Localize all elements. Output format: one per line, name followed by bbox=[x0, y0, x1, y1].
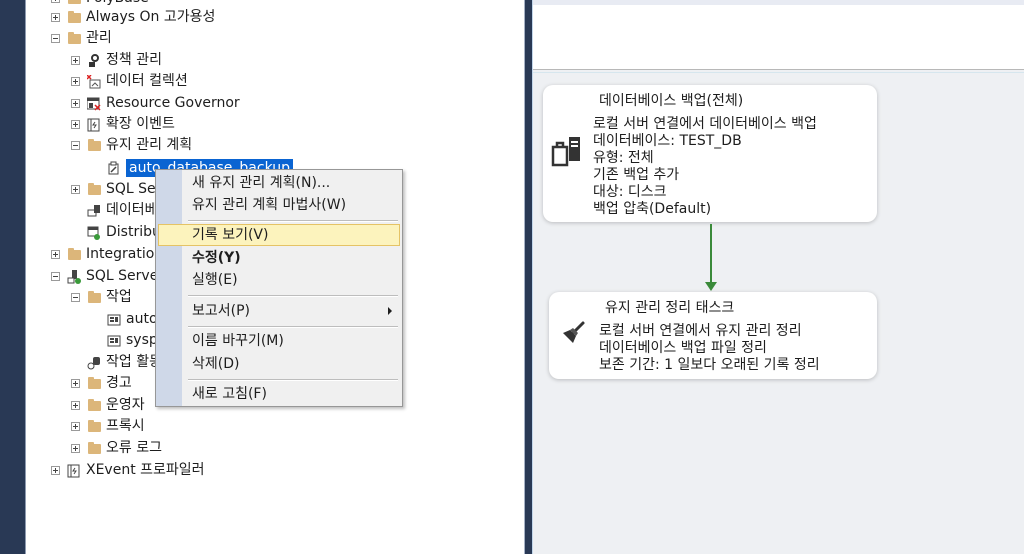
tree-item-maintenance-plans[interactable]: 유지 관리 계획 bbox=[71, 135, 192, 156]
collapse-icon[interactable] bbox=[71, 293, 80, 302]
collapse-icon[interactable] bbox=[71, 141, 80, 150]
panel-splitter[interactable] bbox=[524, 0, 533, 554]
expand-icon[interactable] bbox=[71, 422, 80, 431]
task-maintenance-cleanup[interactable]: 유지 관리 정리 태스크 로컬 서버 연결에서 유지 관리 정리 데이터베이스 … bbox=[549, 292, 877, 379]
folder-icon bbox=[86, 182, 102, 198]
menu-item-new-maintenance-plan[interactable]: 새 유지 관리 계획(N)... bbox=[158, 172, 400, 194]
left-dock-strip bbox=[0, 0, 26, 554]
tree-item-xevent-profiler[interactable]: XEvent 프로파일러 bbox=[51, 460, 205, 481]
menu-item-execute[interactable]: 실행(E) bbox=[158, 269, 400, 291]
menu-separator bbox=[188, 295, 398, 297]
maintenance-plan-icon bbox=[106, 160, 122, 176]
menu-item-modify[interactable]: 수정(Y) bbox=[158, 247, 400, 269]
menu-item-reports-label: 보고서(P) bbox=[192, 303, 251, 319]
data-collection-icon bbox=[86, 74, 102, 90]
tree-item-alerts[interactable]: 경고 bbox=[71, 373, 132, 394]
sql-agent-icon bbox=[66, 269, 82, 285]
cleanup-brush-icon bbox=[557, 319, 587, 353]
folder-icon bbox=[86, 290, 102, 306]
expand-icon[interactable] bbox=[51, 466, 60, 475]
expand-icon[interactable] bbox=[71, 56, 80, 65]
precedence-constraint-arrow[interactable] bbox=[710, 224, 712, 284]
menu-item-view-history[interactable]: 기록 보기(V) bbox=[158, 224, 400, 246]
menu-separator bbox=[188, 326, 398, 328]
tree-item-operators[interactable]: 운영자 bbox=[71, 395, 145, 416]
tree-item-policy-management[interactable]: 정책 관리 bbox=[71, 50, 162, 71]
menu-item-delete[interactable]: 삭제(D) bbox=[158, 353, 400, 375]
tree-item-proxies[interactable]: 프록시 bbox=[71, 416, 145, 437]
tree-item-always-on[interactable]: Always On 고가용성 bbox=[51, 7, 215, 28]
folder-icon bbox=[66, 0, 82, 7]
menu-item-reports[interactable]: 보고서(P) bbox=[158, 300, 400, 322]
menu-separator bbox=[188, 220, 398, 222]
menu-separator bbox=[188, 379, 398, 381]
folder-icon bbox=[66, 247, 82, 263]
tree-item-error-logs[interactable]: 오류 로그 bbox=[71, 438, 162, 459]
context-menu: 새 유지 관리 계획(N)... 유지 관리 계획 마법사(W) 기록 보기(V… bbox=[155, 169, 403, 407]
task-backup-database[interactable]: 데이터베이스 백업(전체) 로컬 서버 연결에서 데이터베이스 백업 데이터베이… bbox=[543, 85, 877, 222]
folder-icon bbox=[86, 376, 102, 392]
expand-icon[interactable] bbox=[71, 120, 80, 129]
subplan-grid bbox=[533, 5, 1024, 70]
maintenance-plan-designer: 데이터베이스 백업(전체) 로컬 서버 연결에서 데이터베이스 백업 데이터베이… bbox=[533, 0, 1024, 554]
expand-icon[interactable] bbox=[71, 77, 80, 86]
resource-governor-icon bbox=[86, 96, 102, 112]
folder-icon bbox=[66, 31, 82, 47]
tree-item-extended-events[interactable]: 확장 이벤트 bbox=[71, 114, 175, 135]
tree-item-data-collection[interactable]: 데이터 컬렉션 bbox=[71, 71, 188, 92]
arrowhead-icon bbox=[705, 282, 717, 291]
expand-icon[interactable] bbox=[71, 185, 80, 194]
task-details: 로컬 서버 연결에서 데이터베이스 백업 데이터베이스: TEST_DB 유형:… bbox=[593, 116, 817, 217]
expand-icon[interactable] bbox=[71, 379, 80, 388]
folder-icon bbox=[86, 398, 102, 414]
collapse-icon[interactable] bbox=[51, 34, 60, 43]
menu-item-rename[interactable]: 이름 바꾸기(M) bbox=[158, 330, 400, 352]
xevent-profiler-icon bbox=[66, 463, 82, 479]
task-title: 유지 관리 정리 태스크 bbox=[605, 300, 735, 316]
collapse-icon[interactable] bbox=[51, 272, 60, 281]
expand-icon[interactable] bbox=[71, 99, 80, 108]
submenu-arrow-icon bbox=[388, 307, 392, 315]
task-details: 로컬 서버 연결에서 유지 관리 정리 데이터베이스 백업 파일 정리 보존 기… bbox=[599, 323, 820, 373]
folder-icon bbox=[86, 419, 102, 435]
expand-icon[interactable] bbox=[51, 250, 60, 259]
folder-icon bbox=[66, 10, 82, 26]
folder-icon bbox=[86, 441, 102, 457]
menu-item-refresh[interactable]: 새로 고침(F) bbox=[158, 383, 400, 405]
job-activity-monitor-icon bbox=[86, 355, 102, 371]
job-icon bbox=[106, 312, 122, 328]
expand-icon[interactable] bbox=[71, 401, 80, 410]
task-title: 데이터베이스 백업(전체) bbox=[599, 93, 744, 109]
policy-icon bbox=[86, 53, 102, 69]
expand-icon[interactable] bbox=[51, 0, 60, 3]
tree-item-jobs[interactable]: 작업 bbox=[71, 287, 132, 308]
tree-item-resource-governor[interactable]: Resource Governor bbox=[71, 93, 240, 114]
expand-icon[interactable] bbox=[51, 13, 60, 22]
job-icon bbox=[106, 333, 122, 349]
extended-events-icon bbox=[86, 117, 102, 133]
folder-icon bbox=[86, 138, 102, 154]
expand-icon[interactable] bbox=[71, 444, 80, 453]
tree-item-management[interactable]: 관리 bbox=[51, 28, 112, 49]
database-mail-icon bbox=[86, 203, 102, 219]
menu-item-maintenance-plan-wizard[interactable]: 유지 관리 계획 마법사(W) bbox=[158, 194, 400, 216]
dtc-icon bbox=[86, 225, 102, 241]
backup-database-icon bbox=[551, 135, 583, 175]
